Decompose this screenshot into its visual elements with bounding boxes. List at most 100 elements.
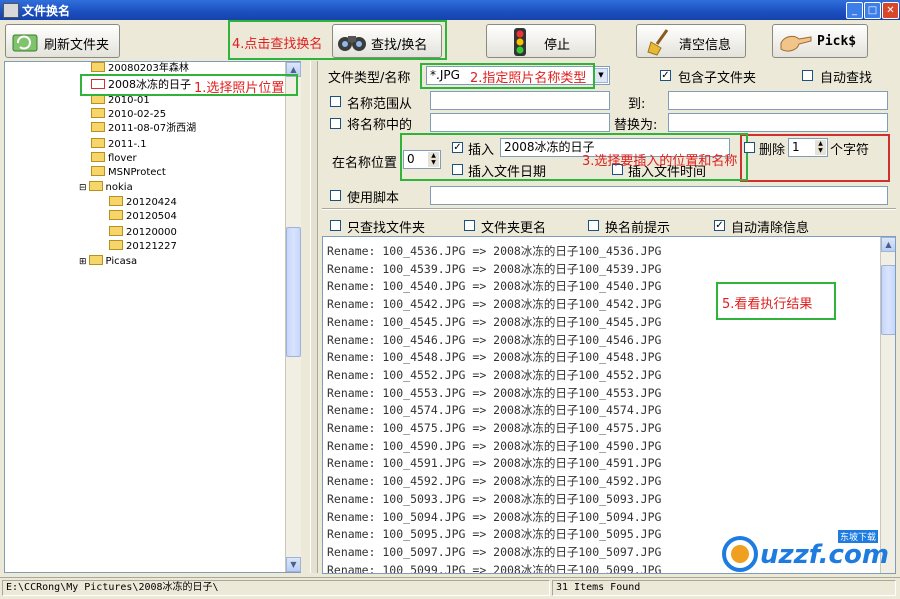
folder-icon xyxy=(91,166,105,176)
tree-item[interactable]: 2010-01 xyxy=(91,94,150,108)
include-subfolders-label: 包含子文件夹 xyxy=(678,71,757,86)
expand-icon[interactable]: ⊞ xyxy=(79,257,87,267)
tree-item[interactable]: 20120504 xyxy=(109,210,177,224)
tree-item[interactable]: 2011-08-07浙西湖 xyxy=(91,122,196,136)
scroll-up-icon[interactable]: ▲ xyxy=(881,237,895,252)
folder-icon xyxy=(109,210,123,220)
tree-item[interactable]: 20120000 xyxy=(109,226,177,240)
folder-icon xyxy=(91,122,105,132)
close-button[interactable]: ✕ xyxy=(882,2,899,19)
only-folders-checkbox[interactable] xyxy=(330,220,341,231)
find-replace-button[interactable]: 查找/换名 xyxy=(332,24,442,58)
tree-item[interactable]: MSNProtect xyxy=(91,166,166,180)
delete-count-value: 1 xyxy=(792,140,800,154)
tree-item[interactable]: 20120424 xyxy=(109,196,177,210)
pane-splitter[interactable] xyxy=(310,61,318,573)
status-path: E:\CCRong\My Pictures\2008冰冻的日子\ xyxy=(2,580,550,596)
folder-icon xyxy=(91,138,105,148)
tree-item[interactable]: 2010-02-25 xyxy=(91,108,166,122)
tree-scrollbar[interactable]: ▲ ▼ xyxy=(285,62,301,572)
delete-count-spinner[interactable]: 1 ▲ ▼ xyxy=(788,138,828,157)
tree-item[interactable]: flover xyxy=(91,152,137,166)
spinner-arrows-icon[interactable]: ▲ ▼ xyxy=(815,140,826,155)
auto-clear-checkbox[interactable]: ✓ xyxy=(714,220,725,231)
picks-label: Pick$ xyxy=(817,34,857,49)
replace-with-input[interactable] xyxy=(668,113,888,132)
auto-find-label: 自动查找 xyxy=(820,71,873,86)
chevron-down-icon[interactable]: ▼ xyxy=(594,68,608,83)
status-count: 31 Items Found xyxy=(552,580,896,596)
log-line: Rename: 100_5095.JPG => 2008冰冻的日子100_509… xyxy=(327,527,662,542)
name-range-checkbox[interactable] xyxy=(330,96,341,107)
folder-icon xyxy=(91,152,105,162)
tree-item-label: 2010-02-25 xyxy=(108,109,167,120)
prompt-checkbox[interactable] xyxy=(588,220,599,231)
step3-annotation: 3.选择要插入的位置和名称 xyxy=(582,154,738,169)
step5-annotation: 5.看看执行结果 xyxy=(722,297,813,312)
tree-item-label: 20120000 xyxy=(126,227,177,238)
step1-annotation: 1.选择照片位置 xyxy=(194,81,285,96)
position-label: 在名称位置 xyxy=(332,156,398,171)
watermark-text: uzzf.com xyxy=(760,540,889,570)
log-line: Rename: 100_4539.JPG => 2008冰冻的日子100_453… xyxy=(327,261,662,276)
clear-info-button[interactable]: 清空信息 xyxy=(636,24,746,58)
auto-find-checkbox[interactable] xyxy=(802,70,813,81)
folder-rename-label: 文件夹更名 xyxy=(481,221,547,236)
picks-button[interactable]: Pick$ xyxy=(772,24,868,58)
collapse-icon[interactable]: ⊟ xyxy=(79,183,87,193)
broom-icon xyxy=(647,29,669,56)
log-line: Rename: 100_4546.JPG => 2008冰冻的日子100_454… xyxy=(327,332,662,347)
log-line: Rename: 100_5093.JPG => 2008冰冻的日子100_509… xyxy=(327,491,662,506)
tree-item-label: 2010-01 xyxy=(108,95,150,106)
folder-icon xyxy=(88,255,103,265)
tree-item[interactable]: 2011-.1 xyxy=(91,138,147,152)
log-line: Rename: 100_4575.JPG => 2008冰冻的日子100_457… xyxy=(327,421,662,435)
divider xyxy=(322,208,896,210)
name-range-to-input[interactable] xyxy=(668,91,888,110)
tree-item[interactable]: ⊞ Picasa xyxy=(79,255,137,269)
log-scrollbar[interactable]: ▲ xyxy=(880,237,895,573)
replace-with-label: 替换为: xyxy=(614,118,658,133)
script-input[interactable] xyxy=(430,186,888,205)
folder-tree[interactable]: 20080203年森林 2008冰冻的日子 2010-01 2010-02-25… xyxy=(4,61,301,573)
refresh-folder-label: 刷新文件夹 xyxy=(44,38,110,53)
only-folders-label: 只查找文件夹 xyxy=(347,221,426,236)
folder-rename-checkbox[interactable] xyxy=(464,220,475,231)
replace-find-input[interactable] xyxy=(430,113,610,132)
to-label: 到: xyxy=(628,97,646,112)
stop-button[interactable]: 停止 xyxy=(486,24,596,58)
folder-icon xyxy=(91,62,105,72)
refresh-folder-button[interactable]: 刷新文件夹 xyxy=(5,24,120,58)
chars-label: 个字符 xyxy=(830,143,870,158)
tree-item[interactable]: 20121227 xyxy=(109,240,177,254)
log-line: Rename: 100_4553.JPG => 2008冰冻的日子100_455… xyxy=(327,385,662,400)
tree-item-label: flover xyxy=(108,153,137,164)
folder-refresh-icon xyxy=(12,34,38,52)
minimize-button[interactable]: _ xyxy=(846,2,863,19)
scroll-thumb[interactable] xyxy=(881,265,895,335)
name-range-from-input[interactable] xyxy=(430,91,610,110)
script-checkbox[interactable] xyxy=(330,190,341,201)
tree-item[interactable]: ⊟ nokia xyxy=(79,181,133,195)
tree-item-label: nokia xyxy=(105,182,133,193)
log-line: Rename: 100_4545.JPG => 2008冰冻的日子100_454… xyxy=(327,314,662,329)
tree-item-label: 20121227 xyxy=(126,241,177,252)
file-type-label: 文件类型/名称 xyxy=(328,71,411,86)
replace-checkbox[interactable] xyxy=(330,118,341,129)
log-line: Rename: 100_4591.JPG => 2008冰冻的日子100_459… xyxy=(327,456,662,471)
scroll-thumb[interactable] xyxy=(286,227,301,357)
step2-annotation: 2.指定照片名称类型 xyxy=(470,71,587,86)
app-icon xyxy=(3,3,19,18)
include-subfolders-checkbox[interactable]: ✓ xyxy=(660,70,671,81)
tree-item-label: MSNProtect xyxy=(108,167,166,178)
auto-clear-label: 自动清除信息 xyxy=(731,221,810,236)
scroll-down-icon[interactable]: ▼ xyxy=(286,557,301,572)
tree-item-label: 20120504 xyxy=(126,211,177,222)
log-line: Rename: 100_4592.JPG => 2008冰冻的日子100_459… xyxy=(327,474,662,489)
pointing-hand-icon xyxy=(780,35,812,52)
delete-checkbox[interactable] xyxy=(744,142,755,153)
log-line: Rename: 100_4590.JPG => 2008冰冻的日子100_459… xyxy=(327,438,662,453)
tree-item-label: Picasa xyxy=(105,256,138,267)
watermark-subtitle: 东坡下载 xyxy=(838,530,879,543)
maximize-button[interactable]: □ xyxy=(864,2,881,19)
